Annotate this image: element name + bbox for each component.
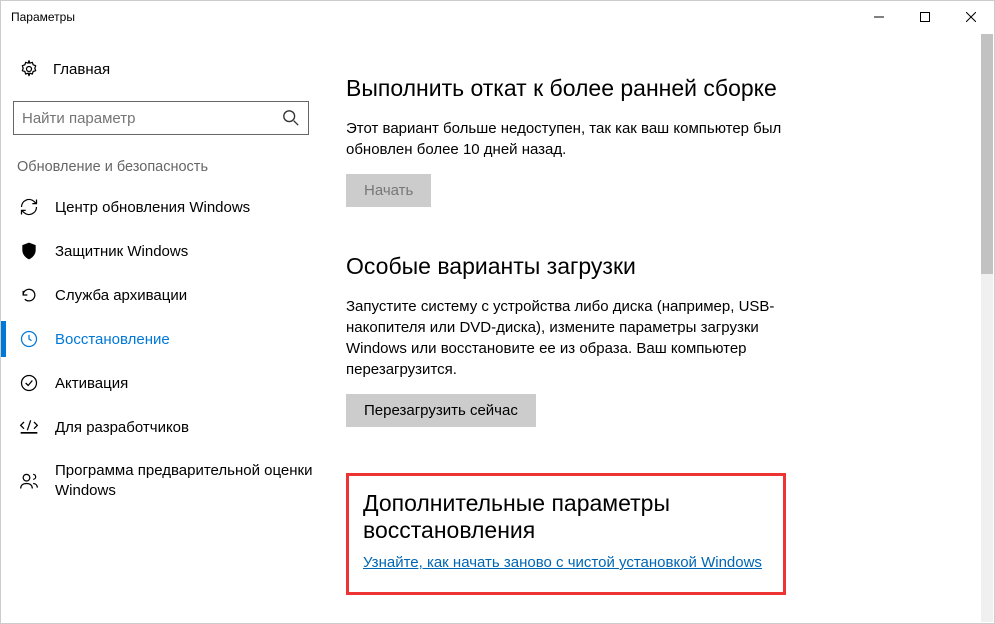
section-rollback: Выполнить откат к более ранней сборке Эт…	[346, 75, 954, 207]
sidebar-item-defender[interactable]: Защитник Windows	[13, 229, 336, 273]
minimize-button[interactable]	[856, 1, 902, 33]
insider-icon	[19, 471, 39, 491]
home-nav[interactable]: Главная	[13, 53, 336, 85]
sidebar-item-label: Служба архивации	[55, 287, 187, 304]
vertical-scrollbar[interactable]	[981, 34, 993, 622]
sidebar-item-activation[interactable]: Активация	[13, 361, 336, 405]
sidebar-item-label: Восстановление	[55, 331, 170, 348]
sidebar-item-label: Защитник Windows	[55, 243, 188, 260]
sidebar-item-label: Для разработчиков	[55, 419, 189, 436]
recovery-icon	[19, 329, 39, 349]
backup-icon	[19, 285, 39, 305]
shield-icon	[19, 241, 39, 261]
nav-group-header: Обновление и безопасность	[13, 155, 336, 185]
sidebar-item-label: Центр обновления Windows	[55, 199, 250, 216]
sync-icon	[19, 197, 39, 217]
section-title: Особые варианты загрузки	[346, 253, 954, 280]
sidebar-item-label: Активация	[55, 375, 128, 392]
section-text: Этот вариант больше недоступен, так как …	[346, 118, 786, 160]
sidebar-item-backup[interactable]: Служба архивации	[13, 273, 336, 317]
search-input[interactable]	[22, 110, 282, 127]
section-title: Выполнить откат к более ранней сборке	[346, 75, 954, 102]
rollback-start-button: Начать	[346, 174, 431, 207]
home-label: Главная	[53, 61, 110, 78]
maximize-button[interactable]	[902, 1, 948, 33]
section-advanced-startup: Особые варианты загрузки Запустите систе…	[346, 253, 954, 427]
sidebar-item-windows-update[interactable]: Центр обновления Windows	[13, 185, 336, 229]
activation-icon	[19, 373, 39, 393]
window-controls	[856, 1, 994, 33]
developers-icon	[19, 417, 39, 437]
sidebar-item-developers[interactable]: Для разработчиков	[13, 405, 336, 449]
sidebar: Главная Обновление и безопасность	[1, 33, 336, 623]
gear-icon	[19, 59, 39, 79]
search-icon	[282, 109, 300, 127]
section-more-recovery: Дополнительные параметры восстановления …	[346, 473, 786, 595]
close-button[interactable]	[948, 1, 994, 33]
search-box[interactable]	[13, 101, 309, 135]
fresh-start-link[interactable]: Узнайте, как начать заново с чистой уста…	[363, 554, 762, 571]
section-text: Запустите систему с устройства либо диск…	[346, 296, 786, 380]
restart-now-button[interactable]: Перезагрузить сейчас	[346, 394, 536, 427]
sidebar-item-recovery[interactable]: Восстановление	[13, 317, 336, 361]
window-title: Параметры	[11, 10, 75, 24]
titlebar: Параметры	[1, 1, 994, 33]
sidebar-item-insider[interactable]: Программа предварительной оценки Windows	[13, 449, 336, 512]
content-pane: Выполнить откат к более ранней сборке Эт…	[336, 33, 994, 623]
section-title: Дополнительные параметры восстановления	[363, 490, 769, 544]
scrollbar-thumb[interactable]	[981, 34, 993, 274]
sidebar-item-label: Программа предварительной оценки Windows	[55, 461, 330, 500]
